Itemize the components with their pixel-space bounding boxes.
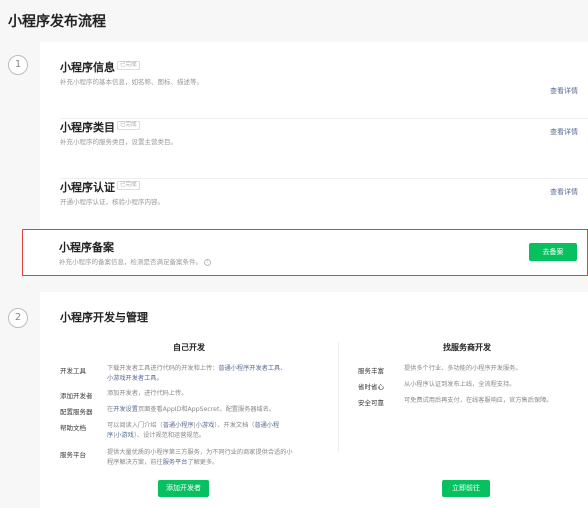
row-text-rich-services: 提供多个行业、多功能的小程序开发服务。 — [404, 365, 522, 372]
row-label-reliable: 安全可靠 — [358, 399, 384, 407]
section-verify-done-tag: 已完成 — [117, 181, 140, 190]
row-label-server: 配置服务器 — [60, 408, 93, 416]
filing-title: 小程序备案 — [59, 241, 114, 254]
section-verify-desc: 开通小程序认证，核验小程序内容。 — [60, 198, 164, 206]
section-info: 小程序信息 已完成 补充小程序的基本信息，如名称、图标、描述等。 查看详情 — [60, 59, 588, 119]
intro-mini-game-link[interactable]: 小游戏 — [196, 422, 215, 429]
dev-tools-text: 下载开发者工具进行代码的开发和上传： — [107, 365, 219, 372]
server-text-b: 页面查看AppID和AppSecret，配置服务器域名。 — [137, 406, 276, 413]
section-category-desc: 补充小程序的服务类目，设置主营类目。 — [60, 138, 177, 146]
intro-mini-program-link[interactable]: 普通小程序 — [163, 422, 194, 429]
page-title: 小程序发布流程 — [8, 14, 106, 30]
step-1-circle: 1 — [8, 55, 28, 75]
self-dev-heading: 自己开发 — [173, 343, 205, 352]
dev-manage-title: 小程序开发与管理 — [60, 311, 148, 324]
platform-text-b: 程序解决方案，前往 — [107, 459, 163, 466]
mini-program-tool-link[interactable]: 普通小程序开发者工具、 — [218, 365, 286, 372]
section-category-title: 小程序类目 — [60, 121, 115, 134]
platform-text-a: 提供大量优质的小程序第三方服务，为不同行业的商家提供合适的小 — [107, 449, 293, 456]
info-icon[interactable]: ! — [204, 258, 211, 266]
doc-mini-game-link[interactable]: 小游戏 — [115, 432, 134, 439]
filing-section: 小程序备案 补充小程序的备案信息，检测是否满足备案条件。! 去备案 — [22, 229, 588, 276]
mini-game-tool-link[interactable]: 小游戏开发者工具。 — [107, 375, 163, 382]
row-label-rich-services: 服务丰富 — [358, 367, 384, 375]
help-text-a: 可以阅读入门介绍（ — [107, 422, 163, 429]
vendor-heading: 找服务商开发 — [443, 343, 491, 352]
section-verify-title: 小程序认证 — [60, 181, 115, 194]
go-now-button[interactable]: 立即前往 — [442, 480, 490, 497]
row-label-add-dev: 添加开发者 — [60, 392, 93, 400]
filing-desc-text: 补充小程序的备案信息，检测是否满足备案条件。 — [59, 258, 202, 266]
row-text-service-platform: 提供大量优质的小程序第三方服务，为不同行业的商家提供合适的小 程序解决方案，前往… — [107, 448, 335, 468]
section-category: 小程序类目 已完成 补充小程序的服务类目，设置主营类目。 查看详情 — [60, 119, 588, 179]
section-category-detail-link[interactable]: 查看详情 — [550, 127, 578, 137]
row-label-service-platform: 服务平台 — [60, 451, 86, 459]
help-text-b: ）、开发文档（ — [214, 422, 255, 429]
row-label-save-time: 省时省心 — [358, 383, 384, 391]
row-text-help-docs: 可以阅读入门介绍（普通小程序|小游戏）、开发文档（普通小程 序|小游戏）、设计规… — [107, 421, 335, 441]
help-text-c: ）、设计规范和运营规范。 — [133, 432, 205, 439]
add-developer-button[interactable]: 添加开发者 — [158, 480, 209, 497]
row-text-add-dev: 添加开发者，进行代码上传。 — [107, 390, 188, 397]
row-text-reliable: 可免费试用后再支付，在线客服响应，官方售后保障。 — [404, 397, 553, 404]
go-filing-button[interactable]: 去备案 — [529, 243, 577, 261]
section-category-done-tag: 已完成 — [117, 121, 140, 130]
section-verify-detail-link[interactable]: 查看详情 — [550, 187, 578, 197]
row-label-help-docs: 帮助文档 — [60, 424, 86, 432]
section-info-desc: 补充小程序的基本信息，如名称、图标、描述等。 — [60, 78, 203, 86]
dev-settings-link[interactable]: 开发设置 — [113, 406, 138, 413]
doc-mini-program-link[interactable]: 普通小程 — [255, 422, 280, 429]
row-text-server: 在开发设置页面查看AppID和AppSecret，配置服务器域名。 — [107, 405, 335, 415]
filing-desc: 补充小程序的备案信息，检测是否满足备案条件。! — [59, 256, 211, 266]
step-2-circle: 2 — [8, 308, 28, 328]
row-text-save-time: 从小程序认证到发布上线，全流程支持。 — [404, 381, 516, 388]
column-divider — [338, 342, 339, 452]
section-info-done-tag: 已完成 — [117, 61, 140, 70]
section-info-detail-link[interactable]: 查看详情 — [550, 86, 578, 96]
row-text-dev-tools: 下载开发者工具进行代码的开发和上传：普通小程序开发者工具、 小游戏开发者工具。 — [107, 364, 335, 384]
dev-manage-card: 小程序开发与管理 自己开发 找服务商开发 开发工具 下载开发者工具进行代码的开发… — [40, 292, 588, 508]
section-info-title: 小程序信息 — [60, 61, 115, 74]
platform-text-c: 了解更多。 — [187, 459, 219, 466]
service-platform-link[interactable]: 服务平台 — [163, 459, 188, 466]
row-label-dev-tools: 开发工具 — [60, 367, 86, 375]
